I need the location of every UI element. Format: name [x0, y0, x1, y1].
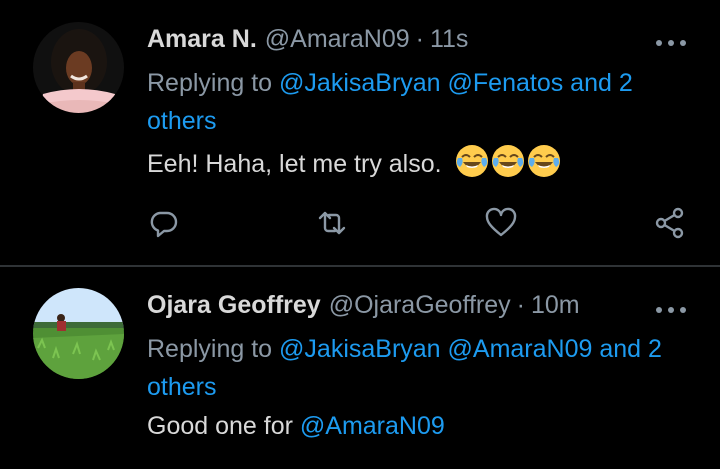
retweet-icon[interactable] — [314, 205, 350, 241]
user-handle[interactable]: @OjaraGeoffrey — [329, 291, 511, 320]
like-icon[interactable] — [483, 205, 519, 241]
more-options-icon[interactable] — [656, 38, 686, 48]
replying-to-label: Replying to — [147, 69, 273, 97]
tweet-text: Eeh! Haha, let me try also. — [147, 144, 561, 179]
tweet-amara[interactable]: Amara N. @AmaraN09 · 11s Replying to @Ja… — [0, 0, 720, 266]
avatar-photo-icon — [33, 288, 124, 379]
tweet-header: Ojara Geoffrey @OjaraGeoffrey · 10m — [147, 291, 580, 320]
face-with-tears-of-joy-icon — [453, 145, 561, 178]
replying-to: Replying to @JakisaBryan @AmaraN09 and 2… — [147, 330, 695, 406]
display-name[interactable]: Amara N. — [147, 25, 257, 54]
share-icon[interactable] — [652, 205, 688, 241]
tweet-actions — [0, 205, 720, 245]
user-handle[interactable]: @AmaraN09 — [265, 25, 410, 54]
more-options-icon[interactable] — [656, 305, 686, 315]
tweet-ojara[interactable]: Ojara Geoffrey @OjaraGeoffrey · 10m Repl… — [0, 267, 720, 469]
replying-to: Replying to @JakisaBryan @Fenatos and 2 … — [147, 64, 695, 140]
avatar[interactable] — [33, 22, 124, 113]
timestamp[interactable]: 11s — [430, 25, 468, 54]
replying-to-label: Replying to — [147, 335, 273, 363]
display-name[interactable]: Ojara Geoffrey — [147, 291, 321, 320]
separator-dot: · — [516, 291, 525, 319]
tweet-header: Amara N. @AmaraN09 · 11s — [147, 25, 468, 54]
avatar[interactable] — [33, 288, 124, 379]
mention-link[interactable]: @AmaraN09 — [300, 412, 445, 440]
separator-dot: · — [415, 25, 424, 53]
reply-icon[interactable] — [146, 205, 182, 241]
tweet-text: Good one for @AmaraN09 — [147, 412, 445, 441]
tweet-body: Eeh! Haha, let me try also. — [147, 150, 442, 178]
tweet-body: Good one for — [147, 412, 293, 440]
timestamp[interactable]: 10m — [531, 291, 580, 320]
avatar-photo-icon — [33, 22, 124, 113]
